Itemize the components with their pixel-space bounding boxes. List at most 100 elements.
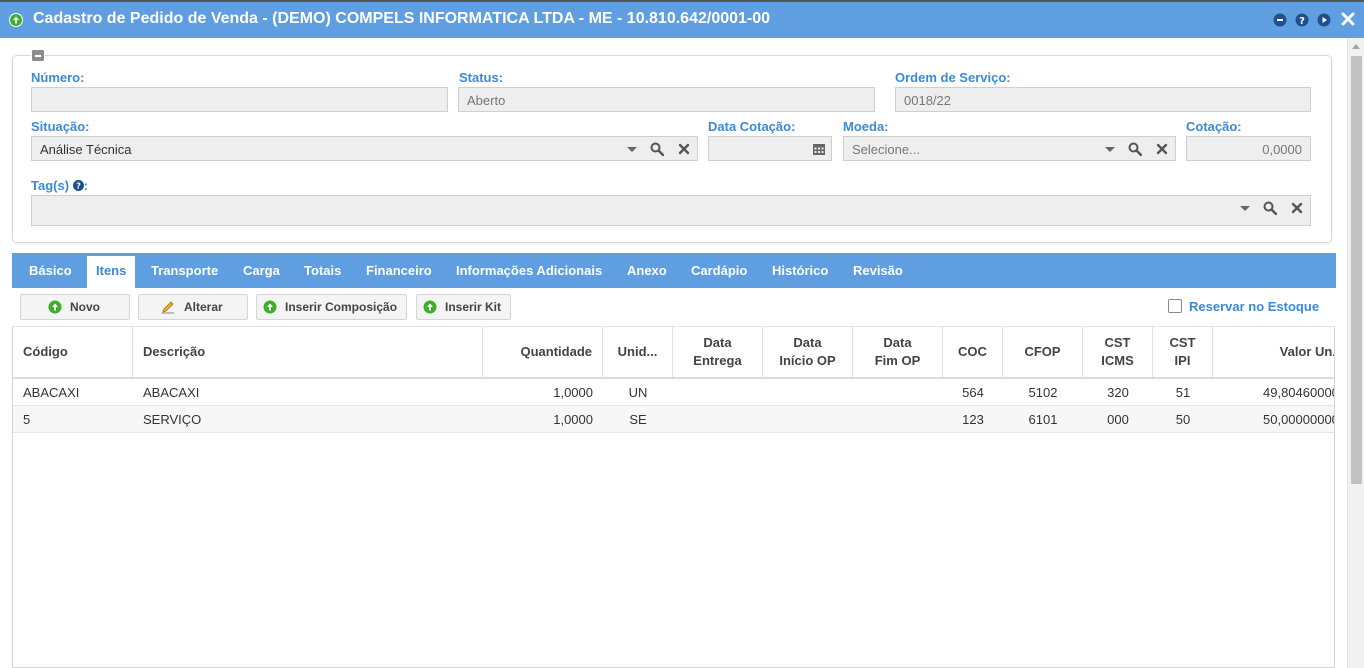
clear-icon[interactable] <box>677 142 691 156</box>
tab-informacoes-adicionais[interactable]: Informações Adicionais <box>456 253 602 288</box>
svg-text:?: ? <box>1299 16 1305 27</box>
status-field: Aberto <box>458 87 875 112</box>
column-header-label: CST <box>1169 335 1196 350</box>
table-row[interactable]: ABACAXI ABACAXI 1,0000 UN 564 5102 320 5… <box>13 379 1335 406</box>
search-icon[interactable] <box>1128 142 1142 156</box>
clear-icon[interactable] <box>1290 201 1304 215</box>
cell-unidade: UN <box>628 385 648 400</box>
chevron-down-icon[interactable] <box>625 142 639 156</box>
situacao-select[interactable]: Análise Técnica <box>31 136 698 161</box>
inserir-kit-button[interactable]: Inserir Kit <box>416 294 511 320</box>
cell-valor-un: 49,80460000 <box>1263 385 1335 400</box>
cell-cst-ipi: 51 <box>1175 385 1191 400</box>
tab-totais[interactable]: Totais <box>304 253 341 288</box>
reservar-estoque-checkbox[interactable] <box>1168 299 1182 313</box>
tab-historico[interactable]: Histórico <box>772 253 828 288</box>
inserir-kit-label: Inserir Kit <box>445 300 502 314</box>
novo-label: Novo <box>70 300 100 314</box>
cell-data-entrega <box>673 406 763 433</box>
column-header-cfop[interactable]: CFOP <box>1003 327 1083 377</box>
minimize-icon[interactable] <box>1273 13 1287 27</box>
edit-pencil-icon <box>162 301 174 314</box>
tab-transporte[interactable]: Transporte <box>151 253 218 288</box>
numero-field[interactable] <box>31 87 448 112</box>
cell-cst-icms: 000 <box>1107 412 1129 427</box>
tags-label-text: Tag(s) <box>31 178 70 193</box>
inserir-composicao-button[interactable]: Inserir Composição <box>256 294 407 320</box>
cell-quantidade: 1,0000 <box>553 385 593 400</box>
column-header-valor-un[interactable]: Valor Un. <box>1213 327 1335 377</box>
table-row[interactable]: 5 SERVIÇO 1,0000 SE 123 6101 000 50 50,0… <box>13 406 1334 433</box>
column-header-label: CFOP <box>1024 344 1061 359</box>
cell-coc: 564 <box>962 385 984 400</box>
column-header-data-inicio-op[interactable]: Data Início OP <box>763 327 853 377</box>
column-header-label: Data <box>793 335 822 350</box>
column-header-label: Data <box>883 335 912 350</box>
add-icon <box>263 300 277 314</box>
items-grid: Código Descrição Quantidade Unid... Data… <box>12 326 1335 668</box>
column-header-cst-ipi[interactable]: CST IPI <box>1153 327 1213 377</box>
tab-carga[interactable]: Carga <box>243 253 280 288</box>
window-titlebar: Cadastro de Pedido de Venda - (DEMO) COM… <box>0 0 1364 38</box>
column-header-cst-icms[interactable]: CST ICMS <box>1083 327 1153 377</box>
search-icon[interactable] <box>650 142 664 156</box>
cell-cst-icms: 320 <box>1107 385 1129 400</box>
novo-button[interactable]: Novo <box>20 294 130 320</box>
ordem-servico-field: 0018/22 <box>895 87 1311 112</box>
collapse-panel-button[interactable] <box>31 50 45 62</box>
grid-header: Código Descrição Quantidade Unid... Data… <box>13 327 1335 379</box>
tab-financeiro[interactable]: Financeiro <box>366 253 432 288</box>
tab-revisao[interactable]: Revisão <box>853 253 903 288</box>
vertical-scrollbar[interactable] <box>1347 38 1364 668</box>
cell-data-fim-op <box>853 379 943 406</box>
cell-data-fim-op <box>853 406 943 433</box>
reservar-estoque-label[interactable]: Reservar no Estoque <box>1189 299 1319 314</box>
column-header-label: CST <box>1104 335 1131 350</box>
cell-descricao: ABACAXI <box>143 385 200 400</box>
cell-cfop: 6101 <box>1028 412 1058 427</box>
calendar-icon[interactable] <box>812 142 826 156</box>
column-header-data-fim-op[interactable]: Data Fim OP <box>853 327 943 377</box>
tags-field[interactable] <box>31 195 1311 226</box>
scroll-up-icon[interactable] <box>1352 44 1360 49</box>
column-header-label: Quantidade <box>520 344 592 359</box>
chevron-down-icon[interactable] <box>1103 142 1117 156</box>
column-header-coc[interactable]: COC <box>943 327 1003 377</box>
arrow-up-circle-icon <box>9 13 23 27</box>
column-header-descricao[interactable]: Descrição <box>133 327 483 377</box>
column-header-quantidade[interactable]: Quantidade <box>483 327 603 377</box>
help-icon[interactable]: ? <box>72 180 84 191</box>
tab-itens[interactable]: Itens <box>87 256 136 288</box>
inserir-composicao-label: Inserir Composição <box>285 300 398 314</box>
column-header-codigo[interactable]: Código <box>13 327 133 377</box>
moeda-select[interactable]: Selecione... <box>843 136 1176 161</box>
minus-icon <box>32 50 44 61</box>
play-icon[interactable] <box>1317 13 1331 27</box>
column-header-label: Valor Un. <box>1279 344 1335 359</box>
clear-icon[interactable] <box>1155 142 1169 156</box>
cell-data-entrega <box>673 379 763 406</box>
close-window-icon[interactable] <box>1340 11 1356 27</box>
column-header-label: Entrega <box>693 353 742 368</box>
scrollbar-thumb[interactable] <box>1351 56 1362 484</box>
situacao-label: Situação: <box>31 119 90 134</box>
cell-cst-ipi: 50 <box>1175 412 1191 427</box>
tab-cardapio[interactable]: Cardápio <box>691 253 747 288</box>
search-icon[interactable] <box>1263 201 1277 215</box>
column-header-data-entrega[interactable]: Data Entrega <box>673 327 763 377</box>
moeda-label: Moeda: <box>843 119 889 134</box>
tab-basico[interactable]: Básico <box>29 253 72 288</box>
tab-anexo[interactable]: Anexo <box>627 253 667 288</box>
ordem-servico-label: Ordem de Serviço: <box>895 70 1011 85</box>
column-header-unidade[interactable]: Unid... <box>603 327 673 377</box>
column-header-label: IPI <box>1174 353 1191 368</box>
chevron-down-icon[interactable] <box>1238 201 1252 215</box>
column-header-label: COC <box>958 344 987 359</box>
cell-descricao: SERVIÇO <box>143 412 202 427</box>
window-title: Cadastro de Pedido de Venda - (DEMO) COM… <box>33 10 771 27</box>
alterar-button[interactable]: Alterar <box>138 294 248 320</box>
column-header-label: ICMS <box>1101 353 1134 368</box>
cotacao-field: 0,0000 <box>1186 136 1311 161</box>
help-icon[interactable]: ? <box>1295 13 1309 27</box>
cell-data-inicio-op <box>763 406 853 433</box>
